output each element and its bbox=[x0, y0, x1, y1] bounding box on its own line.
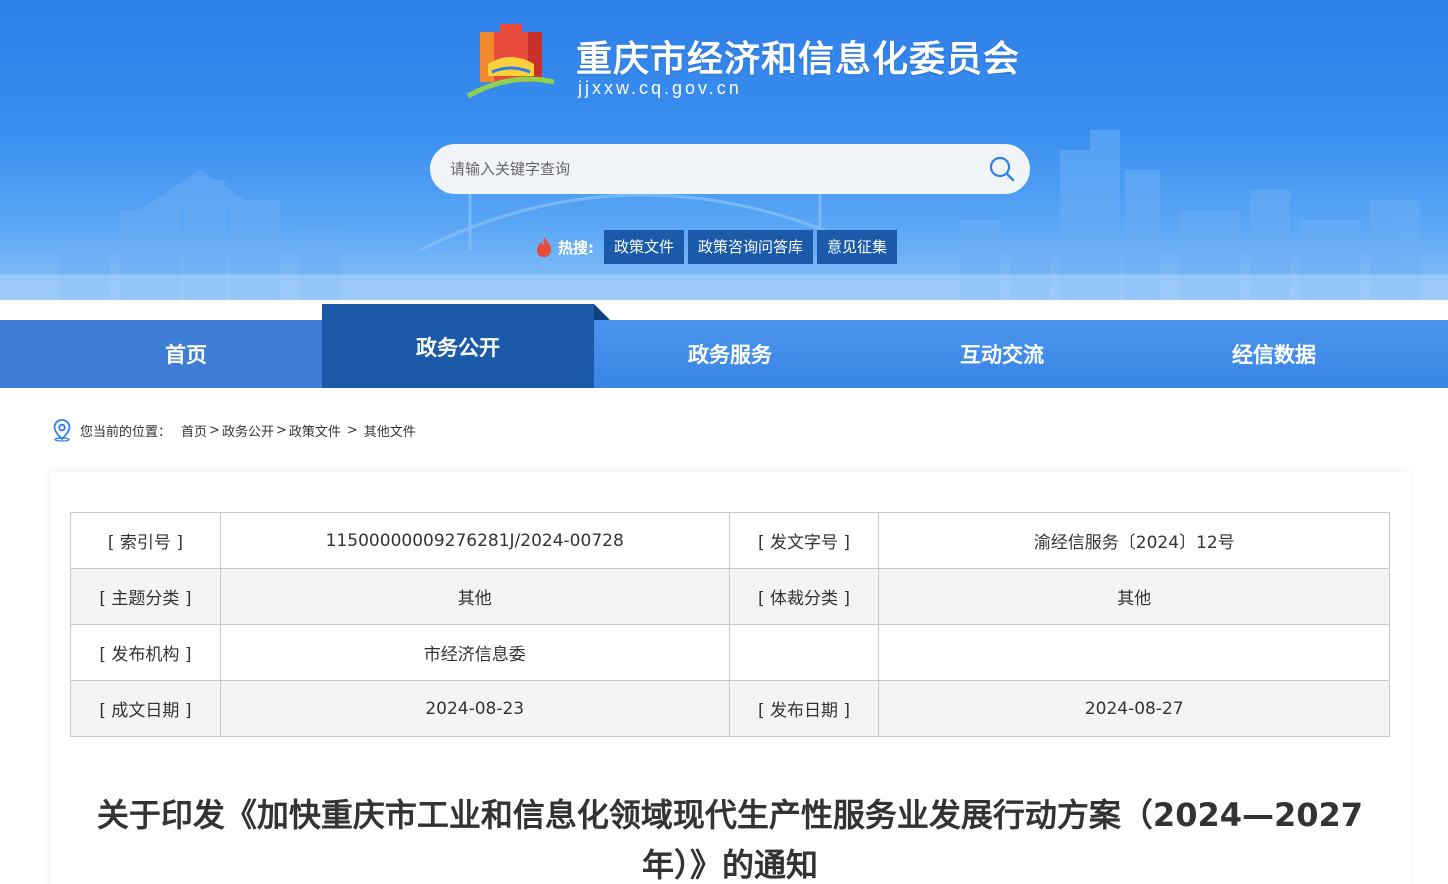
committee-logo bbox=[466, 24, 555, 99]
nav-item-government-services[interactable]: 政务服务 bbox=[594, 320, 866, 388]
hot-tag-policy-qa[interactable]: 政策咨询问答库 bbox=[688, 230, 814, 264]
document-title: 关于印发《加快重庆市工业和信息化领域现代生产性服务业发展行动方案（2024—20… bbox=[96, 796, 1364, 884]
meta-value-publish-date: 2024-08-27 bbox=[878, 680, 1390, 737]
site-title: 重庆市经济和信息化委员会 bbox=[576, 39, 1021, 80]
nav-item-interaction[interactable]: 互动交流 bbox=[866, 320, 1138, 388]
main-nav: 首页 政务公开 政务服务 互动交流 经信数据 bbox=[0, 300, 1448, 388]
meta-label-publisher: [ 发布机构 ] bbox=[70, 624, 221, 681]
breadcrumb-other-files[interactable]: 其他文件 bbox=[364, 421, 416, 440]
breadcrumb-policy-files[interactable]: 政策文件 bbox=[289, 421, 341, 440]
meta-value-empty bbox=[878, 624, 1390, 681]
location-pin-icon bbox=[53, 419, 71, 442]
search-button[interactable] bbox=[974, 144, 1030, 194]
hot-tag-policy-files[interactable]: 政策文件 bbox=[604, 230, 685, 264]
breadcrumb-home[interactable]: 首页 bbox=[181, 421, 207, 440]
meta-label-written-date: [ 成文日期 ] bbox=[70, 680, 221, 737]
meta-label-index-number: [ 索引号 ] bbox=[70, 512, 221, 569]
hot-search-text: 热搜: bbox=[558, 238, 594, 257]
search-input[interactable] bbox=[430, 144, 974, 194]
table-row: [ 成文日期 ] 2024-08-23 [ 发布日期 ] 2024-08-27 bbox=[70, 680, 1390, 737]
search-icon bbox=[989, 156, 1015, 182]
table-row: [ 发布机构 ] 市经济信息委 bbox=[70, 624, 1390, 681]
city-skyline-illustration bbox=[0, 130, 1448, 300]
table-row: [ 主题分类 ] 其他 [ 体裁分类 ] 其他 bbox=[70, 568, 1390, 625]
meta-value-genre-category: 其他 bbox=[878, 568, 1390, 625]
document-card: [ 索引号 ] 11500000009276281J/2024-00728 [ … bbox=[50, 472, 1410, 884]
site-domain: jjxxw.cq.gov.cn bbox=[578, 78, 742, 98]
meta-value-subject-category: 其他 bbox=[219, 568, 730, 625]
document-meta-table: [ 索引号 ] 11500000009276281J/2024-00728 [ … bbox=[70, 512, 1390, 737]
meta-value-index-number: 11500000009276281J/2024-00728 bbox=[219, 512, 730, 569]
hot-search-row: 热搜: 政策文件 政策咨询问答库 意见征集 bbox=[534, 230, 901, 264]
hot-search-label: 热搜: bbox=[534, 236, 594, 258]
meta-label-document-number: [ 发文字号 ] bbox=[728, 512, 880, 569]
breadcrumb: 您当前的位置： 首页 > 政务公开 > 政策文件 > 其他文件 bbox=[50, 418, 416, 442]
meta-label-genre-category: [ 体裁分类 ] bbox=[728, 568, 880, 625]
search-box bbox=[430, 144, 1030, 194]
header-banner: 重庆市经济和信息化委员会 jjxxw.cq.gov.cn 热搜: 政策文件 政策… bbox=[0, 0, 1448, 300]
breadcrumb-government-affairs[interactable]: 政务公开 bbox=[222, 421, 274, 440]
breadcrumb-prefix: 您当前的位置： bbox=[80, 424, 172, 440]
table-row: [ 索引号 ] 11500000009276281J/2024-00728 [ … bbox=[70, 512, 1390, 569]
nav-item-home[interactable]: 首页 bbox=[50, 320, 322, 388]
meta-value-publisher: 市经济信息委 bbox=[219, 624, 730, 681]
meta-label-empty bbox=[728, 624, 880, 681]
meta-value-written-date: 2024-08-23 bbox=[219, 680, 730, 737]
flame-icon bbox=[537, 237, 552, 257]
meta-label-publish-date: [ 发布日期 ] bbox=[728, 680, 880, 737]
meta-value-document-number: 渝经信服务〔2024〕12号 bbox=[878, 512, 1390, 569]
hot-tag-opinion-collection[interactable]: 意见征集 bbox=[817, 230, 898, 264]
meta-label-subject-category: [ 主题分类 ] bbox=[70, 568, 221, 625]
nav-item-data[interactable]: 经信数据 bbox=[1138, 320, 1410, 388]
nav-item-government-affairs[interactable]: 政务公开 bbox=[322, 304, 594, 388]
